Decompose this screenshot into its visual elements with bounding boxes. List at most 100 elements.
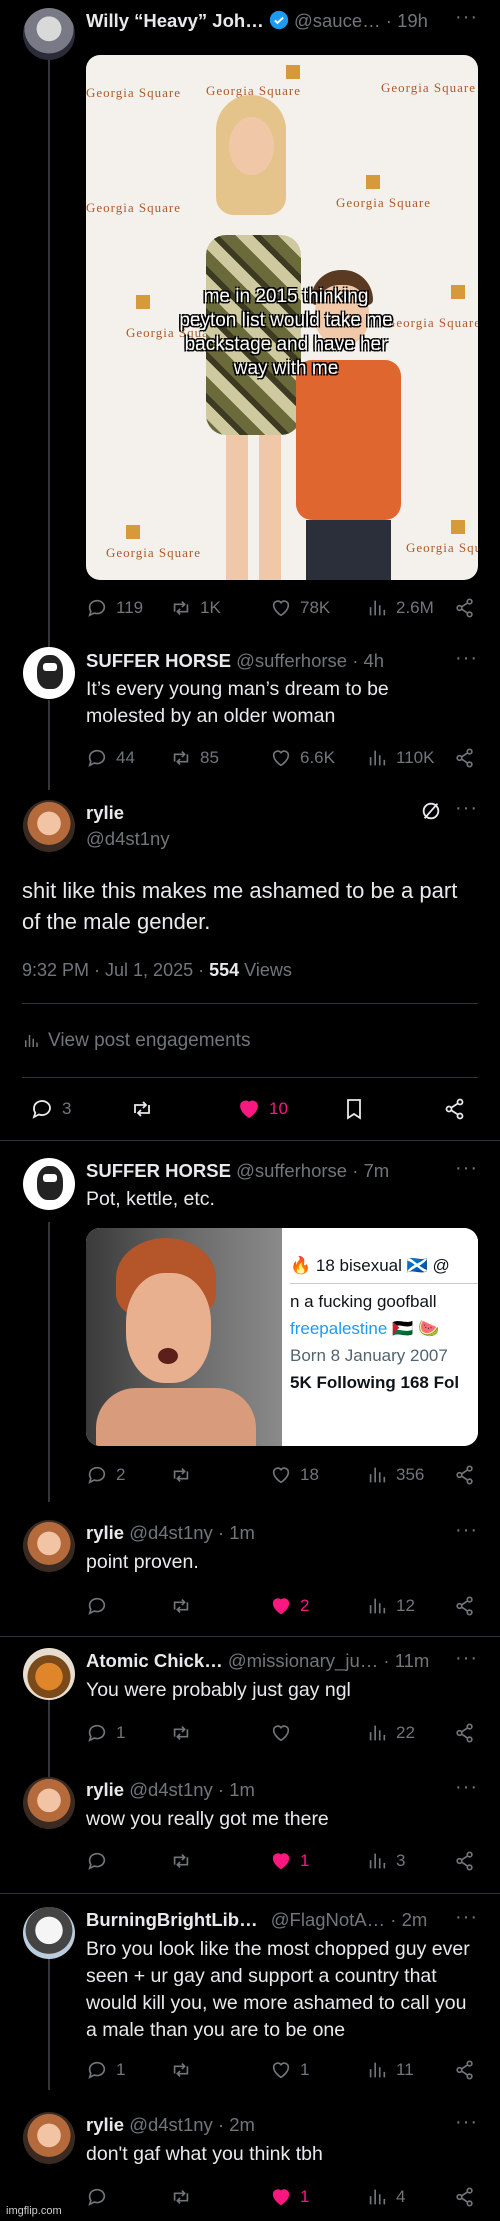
more-options-icon[interactable]: ··· [455, 1776, 478, 1799]
timestamp[interactable]: · 11m [383, 1650, 429, 1671]
repost-button[interactable] [170, 2059, 192, 2081]
more-options-icon[interactable]: ··· [455, 1906, 478, 1929]
post-header: rylie @d4st1ny · 2m [86, 2114, 255, 2136]
like-button[interactable] [270, 1722, 292, 1744]
share-button[interactable] [454, 2186, 476, 2208]
timestamp[interactable]: · 1m [218, 1522, 255, 1543]
views-button[interactable]: 4 [366, 2186, 405, 2208]
views-button[interactable]: 356 [366, 1464, 424, 1486]
more-options-icon[interactable]: ··· [455, 647, 478, 670]
reply-button[interactable]: 2 [86, 1464, 125, 1486]
timestamp[interactable]: · 4h [352, 650, 384, 671]
reply-button[interactable]: 1 [86, 1722, 125, 1744]
display-name[interactable]: rylie [86, 802, 124, 823]
reply-button[interactable] [86, 2186, 108, 2208]
views-button[interactable]: 110K [366, 747, 434, 769]
view-engagements-link[interactable]: View post engagements [22, 1030, 250, 1052]
share-button[interactable] [454, 747, 476, 769]
more-options-icon[interactable]: ··· [455, 1157, 478, 1180]
timestamp[interactable]: · 1m [218, 1779, 255, 1800]
display-name[interactable]: Willy “Heavy” Joh… [86, 10, 264, 31]
avatar[interactable] [23, 1520, 75, 1572]
more-options-icon[interactable]: ··· [455, 6, 478, 29]
share-button[interactable] [454, 1722, 476, 1744]
handle[interactable]: @FlagNotA… [271, 1909, 385, 1930]
timestamp[interactable]: · 2m [390, 1909, 427, 1930]
repost-button[interactable] [170, 2186, 192, 2208]
handle[interactable]: @d4st1ny [129, 2114, 213, 2135]
handle[interactable]: @missionary_ju… [228, 1650, 378, 1671]
more-options-icon[interactable]: ··· [455, 2111, 478, 2134]
more-options-icon[interactable]: ··· [455, 1519, 478, 1542]
reply-button[interactable] [86, 1850, 108, 1872]
share-button[interactable] [454, 1595, 476, 1617]
like-button[interactable]: 6.6K [270, 747, 335, 769]
share-button[interactable] [443, 1097, 467, 1121]
reply-button[interactable] [86, 1595, 108, 1617]
repost-button[interactable] [170, 1595, 192, 1617]
handle[interactable]: @sufferhorse [236, 650, 347, 671]
display-name[interactable]: SUFFER HORSE [86, 1160, 231, 1181]
like-icon [270, 2186, 292, 2208]
bookmark-button[interactable] [342, 1097, 366, 1121]
reply-button[interactable]: 3 [30, 1097, 71, 1121]
avatar[interactable] [23, 1907, 75, 1959]
handle[interactable]: @sufferhorse [236, 1160, 347, 1181]
avatar[interactable] [23, 1777, 75, 1829]
avatar[interactable] [23, 8, 75, 60]
grok-icon[interactable] [420, 800, 442, 822]
reply-button[interactable]: 44 [86, 747, 135, 769]
like-count: 18 [300, 1465, 319, 1484]
like-button[interactable]: 78K [270, 597, 330, 619]
repost-button[interactable]: 1K [170, 597, 221, 619]
timestamp[interactable]: · 19h [386, 10, 428, 31]
share-button[interactable] [454, 2059, 476, 2081]
like-button[interactable]: 10 [237, 1097, 288, 1121]
reply-button[interactable]: 1 [86, 2059, 125, 2081]
views-button[interactable]: 22 [366, 1722, 415, 1744]
display-name[interactable]: rylie [86, 2114, 124, 2135]
handle[interactable]: @d4st1ny [129, 1779, 213, 1800]
avatar[interactable] [23, 647, 75, 699]
avatar[interactable] [23, 1648, 75, 1700]
views-button[interactable]: 3 [366, 1850, 405, 1872]
avatar[interactable] [23, 1158, 75, 1210]
like-button[interactable]: 18 [270, 1464, 319, 1486]
repost-button[interactable] [170, 1850, 192, 1872]
repost-button[interactable] [130, 1097, 154, 1121]
display-name[interactable]: rylie [86, 1522, 124, 1543]
action-bar: 44 85 6.6K 110K [86, 747, 480, 771]
repost-button[interactable] [170, 1722, 192, 1744]
display-name[interactable]: SUFFER HORSE [86, 650, 231, 671]
views-button[interactable]: 12 [366, 1595, 415, 1617]
views-button[interactable]: 2.6M [366, 597, 434, 619]
reply-button[interactable]: 119 [86, 597, 143, 619]
display-name[interactable]: BurningBrightLib… [86, 1909, 258, 1930]
avatar[interactable] [23, 800, 75, 852]
timestamp[interactable]: · 7m [352, 1160, 389, 1181]
more-options-icon[interactable]: ··· [455, 797, 478, 820]
post-image[interactable]: Georgia Square Georgia Square Georgia Sq… [86, 55, 478, 580]
like-button[interactable]: 1 [270, 2059, 309, 2081]
more-options-icon[interactable]: ··· [455, 1647, 478, 1670]
views-button[interactable]: 11 [366, 2059, 414, 2081]
share-button[interactable] [454, 1850, 476, 1872]
share-button[interactable] [454, 1464, 476, 1486]
like-button[interactable]: 1 [270, 2186, 309, 2208]
share-button[interactable] [454, 597, 476, 619]
repost-button[interactable]: 85 [170, 747, 219, 769]
handle[interactable]: @d4st1ny [129, 1522, 213, 1543]
share-icon [454, 1722, 476, 1744]
avatar[interactable] [23, 2112, 75, 2164]
like-button[interactable]: 2 [270, 1595, 309, 1617]
post-image[interactable]: 🔥 18 bisexual 🏴󠁧󠁢󠁳󠁣󠁴󠁿 @ n a fucking goof… [86, 1228, 478, 1446]
repost-button[interactable] [170, 1464, 192, 1486]
backdrop-logo: Georgia Square [86, 200, 181, 215]
display-name[interactable]: rylie [86, 1779, 124, 1800]
display-name[interactable]: Atomic Chick… [86, 1650, 223, 1671]
like-button[interactable]: 1 [270, 1850, 309, 1872]
handle[interactable]: @sauce… [294, 10, 381, 31]
timestamp[interactable]: · 2m [218, 2114, 255, 2135]
post-header: rylie [86, 802, 124, 824]
handle[interactable]: @d4st1ny [86, 828, 170, 849]
